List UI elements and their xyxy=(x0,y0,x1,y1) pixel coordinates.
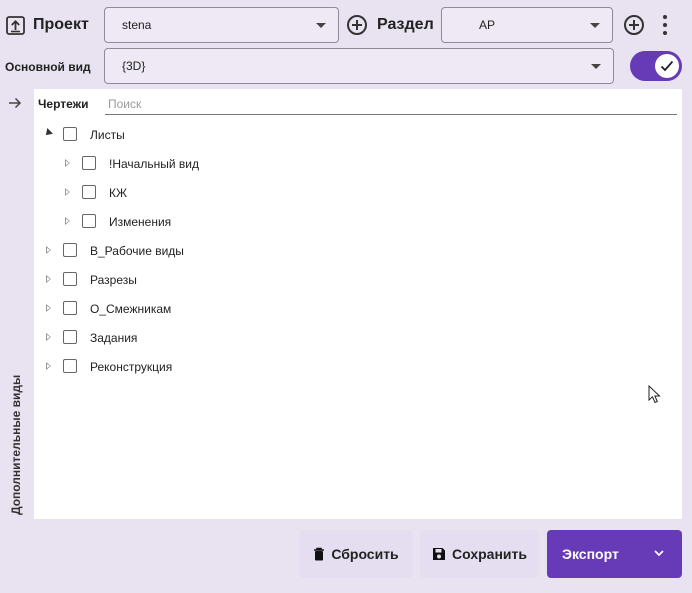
tree-item-label: Листы xyxy=(90,128,125,142)
chevron-down-icon xyxy=(316,23,326,28)
tree-item[interactable]: В_Рабочие виды xyxy=(0,236,640,265)
project-select[interactable]: stena xyxy=(104,7,339,43)
project-label: Проект xyxy=(33,16,89,33)
tree-item-label: О_Смежникам xyxy=(90,302,172,316)
tree-item-label: !Начальный вид xyxy=(109,157,199,171)
section-select[interactable]: АР xyxy=(441,7,613,43)
tree-item-checkbox[interactable] xyxy=(63,301,77,315)
toggle-knob xyxy=(655,54,679,78)
trash-icon xyxy=(313,547,325,561)
tree-item[interactable]: Задания xyxy=(0,323,640,352)
tree-item-checkbox[interactable] xyxy=(82,214,96,228)
export-label: Экспорт xyxy=(562,546,619,562)
floppy-disk-icon xyxy=(432,547,446,561)
tree-item-label: Задания xyxy=(90,331,138,345)
tree-item[interactable]: Изменения xyxy=(0,207,640,236)
save-button[interactable]: Сохранить xyxy=(420,530,539,578)
tree-item[interactable]: Реконструкция xyxy=(0,352,640,381)
tree-item[interactable]: Разрезы xyxy=(0,265,640,294)
section-select-value: АР xyxy=(479,18,496,32)
main-view-label: Основной вид xyxy=(5,60,91,74)
tree-item-checkbox[interactable] xyxy=(63,127,77,141)
collapsed-triangle-icon[interactable] xyxy=(65,217,70,225)
collapsed-triangle-icon[interactable] xyxy=(46,362,51,370)
tree-item[interactable]: О_Смежникам xyxy=(0,294,640,323)
check-icon xyxy=(660,60,674,72)
search-input[interactable] xyxy=(105,94,677,115)
more-vertical-icon[interactable] xyxy=(660,15,670,35)
main-view-select[interactable]: {3D} xyxy=(104,48,614,84)
expanded-triangle-icon[interactable] xyxy=(43,128,53,138)
chevron-down-icon xyxy=(590,23,600,28)
chevron-down-icon[interactable] xyxy=(654,550,664,557)
tree-item-label: Разрезы xyxy=(90,273,137,287)
tree-item[interactable]: !Начальный вид xyxy=(0,149,640,178)
tree-item-checkbox[interactable] xyxy=(63,330,77,344)
tree-item-checkbox[interactable] xyxy=(82,185,96,199)
reset-button[interactable]: Сбросить xyxy=(299,530,413,578)
tree-item-checkbox[interactable] xyxy=(63,359,77,373)
tree-item-checkbox[interactable] xyxy=(63,243,77,257)
export-button[interactable]: Экспорт xyxy=(547,530,682,578)
collapsed-triangle-icon[interactable] xyxy=(46,275,51,283)
tree-item-label: В_Рабочие виды xyxy=(90,244,184,258)
save-label: Сохранить xyxy=(452,546,527,562)
tree-item-label: КЖ xyxy=(109,186,128,200)
collapsed-triangle-icon[interactable] xyxy=(46,246,51,254)
main-view-toggle[interactable] xyxy=(630,51,682,81)
collapsed-triangle-icon[interactable] xyxy=(65,188,70,196)
reset-label: Сбросить xyxy=(331,546,399,562)
add-section-button[interactable] xyxy=(624,15,644,35)
tree-item-label: Реконструкция xyxy=(90,360,173,374)
chevron-down-icon xyxy=(591,64,601,69)
drawings-label: Чертежи xyxy=(38,97,89,111)
tree-item-label: Изменения xyxy=(109,215,172,229)
tree-item-checkbox[interactable] xyxy=(63,272,77,286)
export-box-icon xyxy=(6,16,25,35)
collapsed-triangle-icon[interactable] xyxy=(46,304,51,312)
add-project-button[interactable] xyxy=(347,15,367,35)
tree-item-checkbox[interactable] xyxy=(82,156,96,170)
tree-item[interactable]: Листы xyxy=(0,120,640,149)
main-view-select-value: {3D} xyxy=(122,59,146,73)
project-select-value: stena xyxy=(122,18,152,32)
mouse-cursor-icon xyxy=(648,385,661,404)
tree-item[interactable]: КЖ xyxy=(0,178,640,207)
section-label: Раздел xyxy=(377,16,434,33)
collapsed-triangle-icon[interactable] xyxy=(46,333,51,341)
collapsed-triangle-icon[interactable] xyxy=(65,159,70,167)
